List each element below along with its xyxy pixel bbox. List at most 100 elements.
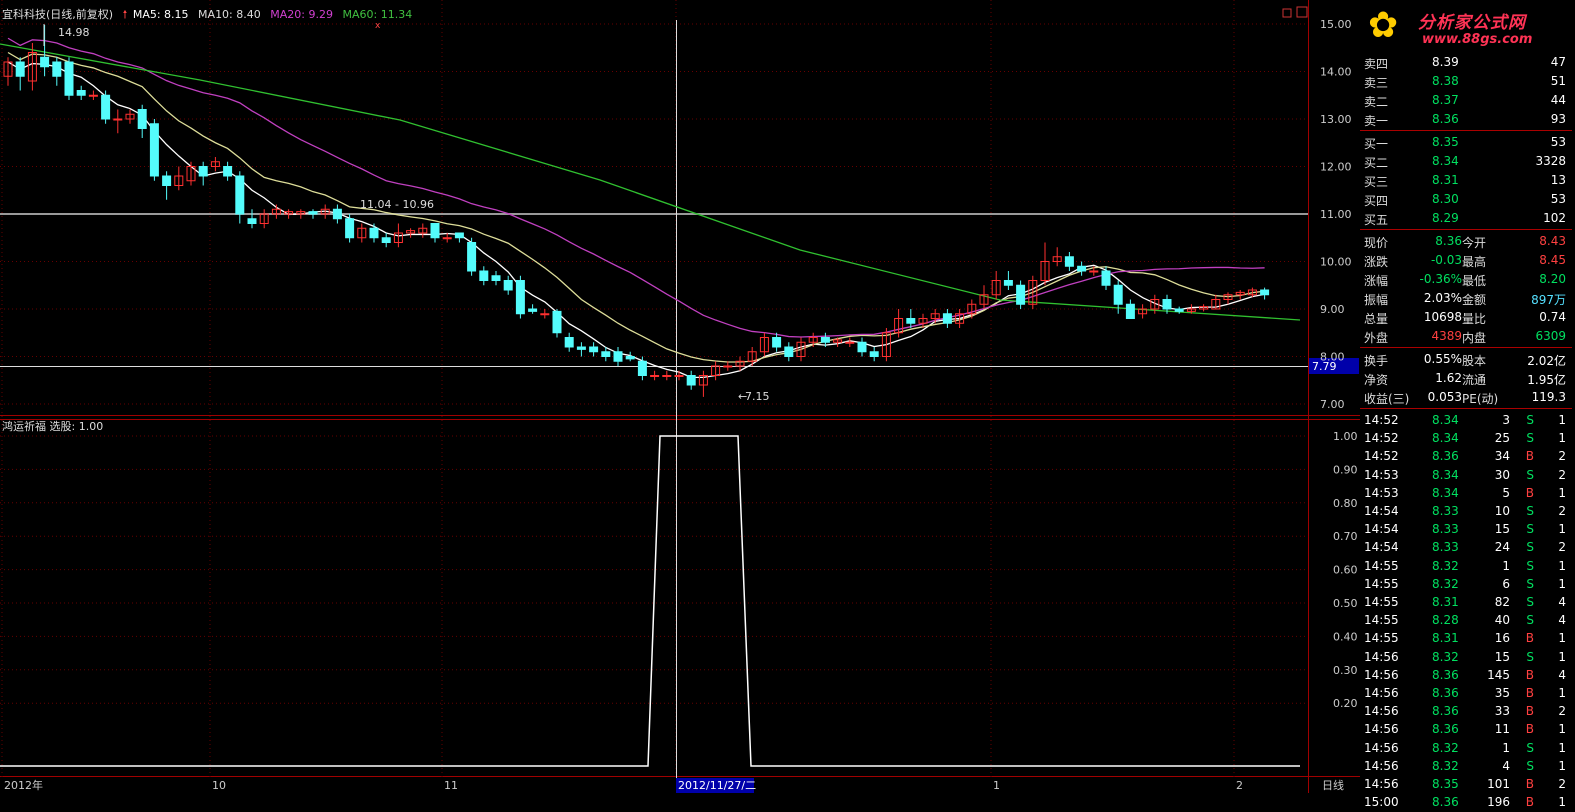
fund-value: 0.053	[1427, 390, 1462, 404]
candle-body	[491, 275, 501, 281]
quote-value: -0.03	[1430, 253, 1462, 267]
tick-count: 2	[1558, 704, 1566, 719]
tick-row: 14:53 8.34 5 B 1	[1360, 484, 1572, 503]
tick-count: 1	[1558, 522, 1566, 537]
tick-time: 14:56	[1364, 758, 1399, 773]
tick-price: 8.34	[1432, 485, 1459, 500]
quote-label: 涨幅	[1364, 274, 1389, 288]
candle-body	[198, 166, 208, 177]
tick-count: 2	[1558, 504, 1566, 518]
quote-value: 2.03%	[1423, 291, 1462, 305]
candle-body	[15, 61, 25, 77]
tick-price: 8.33	[1432, 504, 1459, 518]
tick-volume: 11	[1494, 722, 1510, 737]
candle-body	[223, 166, 233, 177]
candle-body	[479, 270, 489, 281]
tick-side: B	[1525, 777, 1534, 791]
candle-body	[1089, 270, 1099, 273]
indicator-axis-label: 0.60	[1333, 564, 1358, 577]
bid-price: 8.34	[1432, 154, 1459, 168]
candle-body	[101, 94, 111, 120]
tick-count: 1	[1558, 795, 1566, 810]
ask-volume: 47	[1550, 55, 1566, 69]
tick-count: 1	[1558, 631, 1566, 646]
quote-label: 振幅	[1364, 293, 1389, 307]
candle-body	[1101, 270, 1111, 286]
candle-body	[1003, 280, 1013, 286]
tick-volume: 3	[1502, 413, 1510, 427]
quote-label: 今开	[1462, 236, 1487, 250]
ask-volume: 44	[1550, 93, 1566, 107]
tick-count: 2	[1558, 467, 1566, 482]
tick-row: 14:56 8.36 145 B 4	[1360, 666, 1572, 685]
tick-volume: 1	[1502, 558, 1510, 573]
tick-time: 14:52	[1364, 449, 1399, 464]
tick-row: 14:56 8.32 1 S 1	[1360, 739, 1572, 758]
tick-row: 14:55 8.31 16 B 1	[1360, 629, 1572, 648]
candle-body	[674, 375, 684, 377]
fund-label: 净资	[1364, 373, 1389, 387]
indicator-axis-label: 0.30	[1333, 664, 1358, 677]
bid-label: 买三	[1364, 175, 1389, 189]
candle-body	[589, 346, 599, 353]
candle-body	[308, 211, 318, 215]
ask-label: 卖三	[1364, 76, 1389, 90]
quote-row: 涨幅 -0.36% 最低 8.20	[1360, 270, 1572, 289]
high-annotation: 14.98	[58, 26, 90, 39]
ma10-line	[7, 51, 1265, 363]
tick-count: 2	[1558, 449, 1566, 464]
tick-row: 14:54 8.33 15 S 1	[1360, 520, 1572, 539]
candle-body	[1260, 289, 1270, 296]
tick-volume: 15	[1494, 649, 1510, 664]
tick-price: 8.32	[1432, 576, 1459, 591]
tick-time: 14:54	[1364, 540, 1399, 555]
tick-time: 14:55	[1364, 558, 1399, 573]
quote-value: 8.45	[1539, 253, 1566, 267]
candle-body	[113, 118, 123, 121]
indicator-axis-label: 0.90	[1333, 463, 1358, 476]
fund-label: 换手	[1364, 354, 1389, 368]
tick-time: 14:56	[1364, 686, 1399, 700]
candle-body	[552, 310, 562, 334]
candle-body	[503, 280, 513, 291]
indicator-axis-label: 1.00	[1333, 430, 1358, 443]
quote-label: 最低	[1462, 274, 1487, 288]
tick-count: 1	[1558, 649, 1566, 664]
candle-body	[772, 337, 782, 348]
candle-body	[625, 356, 635, 360]
tick-time: 14:52	[1364, 413, 1399, 427]
tick-row: 14:55 8.31 82 S 4	[1360, 593, 1572, 612]
candle-body	[784, 346, 794, 357]
tick-row: 14:54 8.33 10 S 2	[1360, 502, 1572, 521]
tick-price: 8.36	[1432, 686, 1459, 700]
tick-row: 14:52 8.36 34 B 2	[1360, 447, 1572, 466]
tick-time: 14:54	[1364, 522, 1399, 537]
price-axis-label: 8.00	[1320, 351, 1345, 364]
tick-row: 14:54 8.33 24 S 2	[1360, 538, 1572, 557]
ask-price: 8.39	[1432, 55, 1459, 69]
tick-side: B	[1525, 722, 1534, 737]
bid-price: 8.35	[1432, 135, 1459, 149]
tick-price: 8.28	[1432, 613, 1459, 628]
fund-row: 净资 1.62 流通 1.95亿	[1360, 369, 1572, 388]
candle-body	[1064, 256, 1074, 267]
candle-body	[162, 175, 172, 186]
price-axis-label: 15.00	[1320, 18, 1352, 31]
candle-body	[149, 123, 159, 177]
candle-body	[88, 94, 98, 97]
restore-icon[interactable]	[1282, 8, 1292, 18]
candle-body	[662, 375, 672, 377]
tick-time: 14:56	[1364, 704, 1399, 719]
fund-value: 119.3	[1531, 390, 1566, 404]
kline-chart[interactable]: 7.79 15.0014.0013.0012.0011.0010.009.008…	[0, 0, 1360, 793]
quote-row: 现价 8.36 今开 8.43	[1360, 232, 1572, 251]
divider	[1360, 347, 1572, 348]
price-axis-label: 11.00	[1320, 208, 1352, 221]
maximize-icon[interactable]	[1296, 6, 1308, 18]
divider	[1360, 229, 1572, 230]
tick-price: 8.34	[1432, 467, 1459, 482]
ask-price: 8.37	[1432, 93, 1459, 107]
tick-row: 14:55 8.28 40 S 4	[1360, 611, 1572, 630]
candle-body	[723, 365, 733, 368]
fund-value: 0.55%	[1423, 352, 1462, 366]
